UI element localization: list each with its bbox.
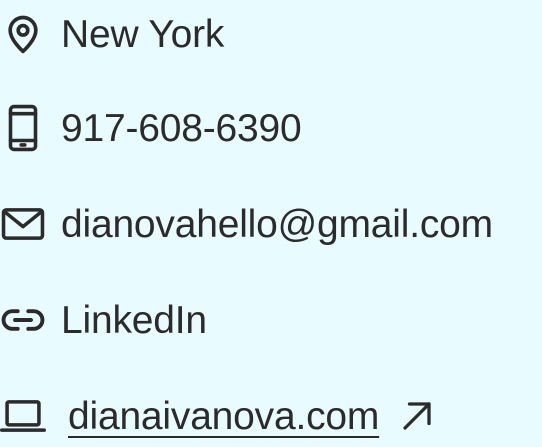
contact-list: New York 917-608-6390 dianovahello@gmail… [0, 0, 542, 447]
contact-linkedin[interactable]: LinkedIn [0, 290, 207, 350]
contact-location: New York [0, 4, 224, 64]
phone-link[interactable]: 917-608-6390 [61, 109, 302, 148]
link-icon [0, 297, 46, 343]
smartphone-icon [0, 104, 46, 152]
contact-website[interactable]: dianaivanova.com [0, 386, 437, 446]
location-text: New York [61, 12, 225, 56]
linkedin-link[interactable]: LinkedIn [61, 301, 207, 340]
email-link[interactable]: dianovahello@gmail.com [61, 205, 493, 244]
map-pin-icon [0, 11, 46, 57]
mail-icon [0, 201, 46, 247]
arrow-up-right-icon[interactable] [397, 396, 437, 436]
laptop-icon [0, 393, 46, 439]
website-link[interactable]: dianaivanova.com [60, 397, 379, 436]
contact-phone[interactable]: 917-608-6390 [0, 98, 302, 158]
contact-email[interactable]: dianovahello@gmail.com [0, 194, 493, 254]
